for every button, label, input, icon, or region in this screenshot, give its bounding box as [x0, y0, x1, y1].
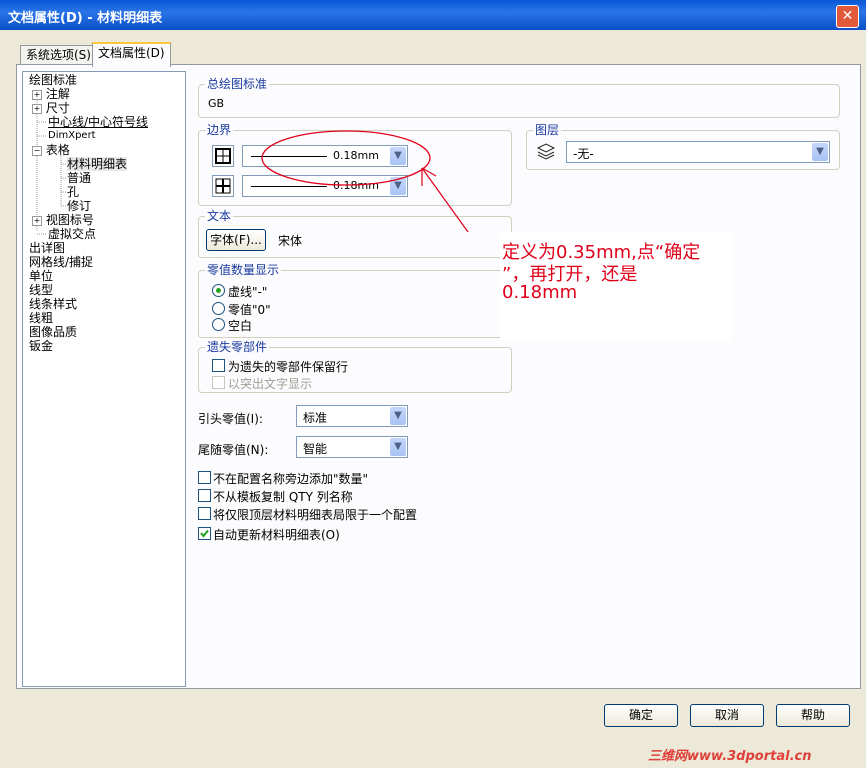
no-copy-qty-label: 不从模板复制 QTY 列名称	[213, 490, 353, 504]
zero-radio[interactable]	[212, 302, 225, 315]
tree-item-virtual-sharps[interactable]: 虚拟交点	[48, 227, 96, 241]
tree-item-line-font[interactable]: 线型	[29, 283, 53, 297]
collapse-icon[interactable]: −	[32, 145, 42, 156]
zero-radio-label: 零值"0"	[228, 303, 271, 317]
trailing-zero-value: 智能	[303, 442, 328, 456]
keep-row-label: 为遗失的零部件保留行	[228, 360, 349, 374]
tree-item-label: 视图标号	[45, 213, 94, 227]
tab-system-options[interactable]: 系统选项(S)	[20, 45, 97, 65]
group-title: 总绘图标准	[205, 77, 270, 91]
leading-zero-label: 引头零值(I):	[198, 412, 263, 426]
no-copy-qty-checkbox[interactable]	[198, 489, 211, 502]
tree-item-label: 尺寸	[45, 101, 70, 115]
standard-value: GB	[208, 97, 225, 110]
watermark: 三维网www.3dportal.cn	[648, 749, 812, 764]
tree-item-hole[interactable]: 孔	[67, 185, 79, 199]
tree-item-annotations[interactable]: + 注解	[32, 87, 70, 101]
group-title: 文本	[205, 209, 234, 223]
dash-radio[interactable]	[212, 284, 225, 297]
group-title: 零值数量显示	[205, 263, 282, 277]
ok-button[interactable]: 确定	[604, 704, 678, 727]
tree-item-sheet-metal[interactable]: 钣金	[29, 339, 53, 353]
tree-item-label: 注解	[45, 87, 70, 101]
tree-item-line-thickness[interactable]: 线粗	[29, 311, 53, 325]
expand-icon[interactable]: +	[32, 103, 42, 114]
leading-zero-value: 标准	[303, 411, 328, 425]
group-title: 遗失零部件	[205, 340, 270, 354]
chevron-down-icon[interactable]: ▼	[390, 407, 406, 425]
tree-item-image-quality[interactable]: 图像品质	[29, 325, 77, 339]
tree-item-line-style[interactable]: 线条样式	[29, 297, 77, 311]
annotation-line-3: 0.18mm	[502, 282, 578, 303]
tree-item-centerlines[interactable]: 中心线/中心符号线	[48, 115, 148, 129]
auto-update-checkbox[interactable]	[198, 527, 211, 540]
blank-radio[interactable]	[212, 318, 225, 331]
tree-item-drawing-standard[interactable]: 绘图标准	[29, 73, 77, 87]
tree-item-general[interactable]: 普通	[67, 171, 91, 185]
trailing-zero-label: 尾随零值(N):	[198, 443, 269, 457]
strikeout-checkbox[interactable]	[212, 376, 225, 389]
annotation-ellipse-arrow	[261, 130, 469, 233]
options-tree[interactable]: 绘图标准 + 注解 + 尺寸 中心线/中心符号线 DimXpert − 表格 材…	[22, 71, 186, 687]
blank-radio-label: 空白	[228, 319, 253, 333]
check-icon	[200, 529, 209, 538]
tree-item-label: 表格	[45, 143, 70, 157]
layers-icon	[536, 142, 556, 163]
close-button[interactable]: ✕	[836, 5, 859, 28]
top-level-only-checkbox[interactable]	[198, 507, 211, 520]
no-quantity-label: 不在配置名称旁边添加"数量"	[213, 472, 369, 486]
expand-icon[interactable]: +	[32, 89, 42, 100]
title-bar: 文档属性(D) - 材料明细表 ✕	[0, 0, 866, 30]
outer-border-icon	[212, 145, 234, 167]
tree-item-dimxpert[interactable]: DimXpert	[48, 129, 96, 143]
layer-value: -无-	[573, 147, 594, 161]
auto-update-label: 自动更新材料明细表(O)	[213, 528, 340, 542]
tree-item-grid-snap[interactable]: 网格线/捕捉	[29, 255, 93, 269]
chevron-down-icon[interactable]: ▼	[390, 438, 406, 456]
font-button[interactable]: 字体(F)...	[206, 229, 266, 251]
tree-item-units[interactable]: 单位	[29, 269, 53, 283]
help-button[interactable]: 帮助	[776, 704, 850, 727]
tree-item-view-labels[interactable]: + 视图标号	[32, 213, 94, 227]
tree-item-revision[interactable]: 修订	[67, 199, 91, 213]
tree-item-tables[interactable]: − 表格	[32, 143, 70, 157]
no-quantity-checkbox[interactable]	[198, 471, 211, 484]
group-title: 图层	[533, 123, 562, 137]
annotation-note: 定义为0.35mm,点“确定 ”，再打开，还是 0.18mm	[500, 232, 732, 340]
keep-row-checkbox[interactable]	[212, 359, 225, 372]
inner-border-icon	[212, 175, 234, 197]
tree-item-dimensions[interactable]: + 尺寸	[32, 101, 70, 115]
leading-zero-select[interactable]: 标准 ▼	[296, 405, 408, 427]
group-title: 边界	[205, 123, 234, 137]
strikeout-label: 以突出文字显示	[228, 377, 313, 391]
window-title: 文档属性(D) - 材料明细表	[8, 11, 163, 26]
top-level-only-label: 将仅限顶层材料明细表局限于一个配置	[213, 508, 418, 522]
tree-item-detailing[interactable]: 出详图	[29, 241, 65, 255]
dialog-window: 文档属性(D) - 材料明细表 ✕ 系统选项(S) 文档属性(D) 绘图标准 +…	[0, 0, 866, 768]
trailing-zero-select[interactable]: 智能 ▼	[296, 436, 408, 458]
cancel-button[interactable]: 取消	[690, 704, 764, 727]
tab-document-properties[interactable]: 文档属性(D)	[92, 42, 171, 67]
expand-icon[interactable]: +	[32, 215, 42, 226]
tree-item-bom[interactable]: 材料明细表	[67, 157, 128, 171]
general-standard-group: 总绘图标准 GB	[198, 77, 840, 118]
dash-radio-label: 虚线"-"	[228, 285, 268, 299]
chevron-down-icon[interactable]: ▼	[812, 143, 828, 161]
layer-select[interactable]: -无- ▼	[566, 141, 830, 163]
